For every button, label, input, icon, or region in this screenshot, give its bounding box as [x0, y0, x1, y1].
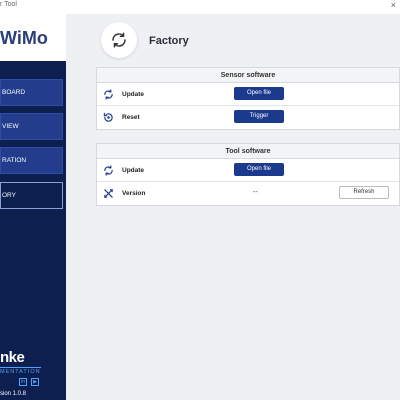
list-item: Update Open file [97, 159, 399, 182]
window-title: r Tool [0, 1, 17, 8]
title-bar: r Tool × [0, 0, 400, 14]
sidebar-item-factory[interactable]: ORY [0, 182, 63, 209]
page-title: Factory [149, 35, 189, 47]
version-value: -- [253, 189, 258, 196]
panel-title: Tool software [97, 144, 399, 159]
app-logo: WiMo [0, 28, 48, 48]
brand-tagline: MENTATION [0, 367, 41, 375]
sidebar-item-label: VIEW [2, 123, 19, 130]
refresh-icon [101, 22, 137, 58]
sensor-open-file-button[interactable]: Open file [234, 87, 284, 100]
youtube-icon[interactable]: ▶ [31, 378, 39, 386]
tools-icon [104, 189, 113, 198]
sidebar-item-label: ORY [2, 192, 16, 199]
tool-open-file-button[interactable]: Open file [234, 163, 284, 176]
panel-title: Sensor software [97, 68, 399, 83]
refresh-button[interactable]: Refresh [339, 186, 389, 199]
tool-software-panel: Tool software Update Open file Version -… [96, 143, 400, 206]
logo-area: WiMo [0, 14, 66, 61]
list-item: Reset Trigger [97, 106, 399, 129]
row-label: Update [122, 167, 145, 174]
trigger-button[interactable]: Trigger [234, 110, 284, 123]
brand-logo: nke [0, 349, 25, 366]
list-item: Update Open file [97, 83, 399, 106]
row-label: Reset [122, 114, 140, 121]
version-label: sion 1.0.8 [0, 391, 27, 397]
sync-icon [104, 165, 113, 176]
sync-icon [104, 89, 113, 100]
close-icon[interactable]: × [391, 0, 396, 10]
sidebar-item-overview[interactable]: VIEW [0, 113, 63, 140]
linkedin-icon[interactable]: in [19, 378, 27, 386]
sidebar-item-label: RATION [2, 157, 27, 164]
row-label: Version [122, 190, 146, 197]
reset-icon [103, 112, 113, 122]
sensor-software-panel: Sensor software Update Open file Reset T… [96, 67, 400, 130]
sidebar-item-configuration[interactable]: RATION [0, 147, 63, 174]
sidebar: WiMo BOARD VIEW RATION ORY nke MENTATION… [0, 14, 66, 400]
list-item: Version -- Refresh [97, 182, 399, 205]
sidebar-item-label: BOARD [2, 89, 26, 96]
sidebar-item-dashboard[interactable]: BOARD [0, 79, 63, 106]
row-label: Update [122, 91, 145, 98]
